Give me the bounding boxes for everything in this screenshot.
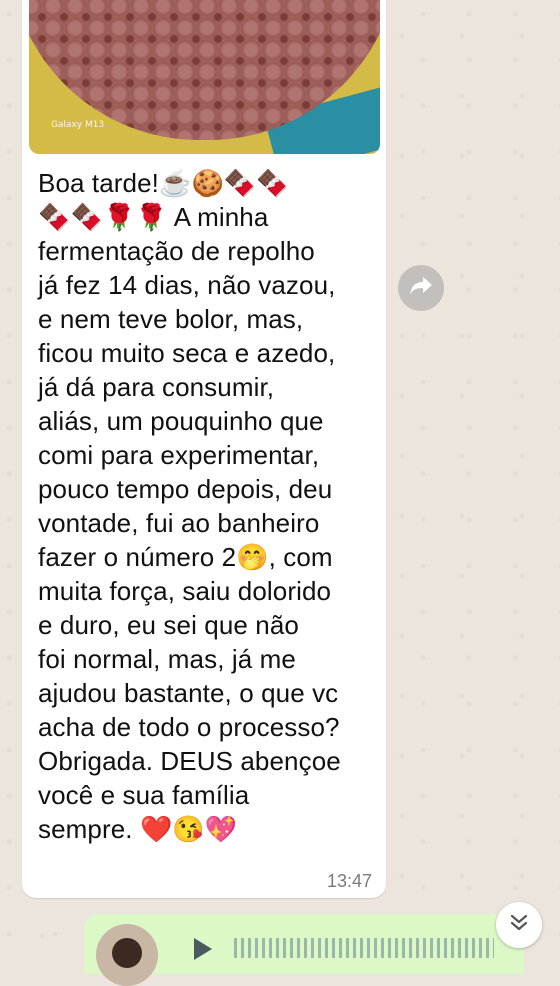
message-line: fermentação de repolho bbox=[38, 236, 315, 266]
message-photo[interactable]: Galaxy M13 bbox=[29, 0, 380, 154]
message-line: sempre. ❤️😘💖 bbox=[38, 814, 238, 844]
avatar bbox=[96, 924, 158, 986]
message-line: 🍫🍫🌹🌹 A minha bbox=[38, 202, 269, 232]
message-line: ficou muito seca e azedo, bbox=[38, 338, 336, 368]
incoming-message-bubble[interactable]: Galaxy M13 Boa tarde!☕🍪🍫🍫 🍫🍫🌹🌹 A minha f… bbox=[22, 0, 386, 898]
message-line: Obrigada. DEUS abençoe bbox=[38, 746, 341, 776]
message-line: você e sua família bbox=[38, 780, 250, 810]
message-line: já dá para consumir, bbox=[38, 372, 275, 402]
voice-waveform[interactable] bbox=[234, 938, 494, 958]
outgoing-voice-message-bubble[interactable] bbox=[84, 914, 524, 986]
message-timestamp: 13:47 bbox=[326, 871, 372, 891]
message-line: já fez 14 dias, não vazou, bbox=[38, 270, 336, 300]
double-chevron-down-icon bbox=[509, 914, 529, 936]
message-line: comi para experimentar, bbox=[38, 440, 320, 470]
message-line: foi normal, mas, já me bbox=[38, 644, 296, 674]
message-line: Boa tarde!☕🍪🍫🍫 bbox=[38, 168, 289, 198]
message-line: e nem teve bolor, mas, bbox=[38, 304, 304, 334]
message-line: e duro, eu sei que não bbox=[38, 610, 299, 640]
message-line: vontade, fui ao banheiro bbox=[38, 508, 320, 538]
forward-button[interactable] bbox=[398, 265, 444, 311]
message-line: ajudou bastante, o que vc bbox=[38, 678, 339, 708]
forward-arrow-icon bbox=[409, 276, 433, 300]
scroll-to-bottom-button[interactable] bbox=[496, 902, 542, 948]
play-icon[interactable] bbox=[194, 938, 212, 960]
photo-watermark: Galaxy M13 bbox=[51, 120, 105, 130]
message-line: aliás, um pouquinho que bbox=[38, 406, 324, 436]
message-line: acha de todo o processo? bbox=[38, 712, 340, 742]
message-line: muita força, saiu dolorido bbox=[38, 576, 332, 606]
message-text: Boa tarde!☕🍪🍫🍫 🍫🍫🌹🌹 A minha fermentação … bbox=[38, 166, 374, 846]
message-line: pouco tempo depois, deu bbox=[38, 474, 333, 504]
message-line: fazer o número 2🤭, com bbox=[38, 542, 333, 572]
